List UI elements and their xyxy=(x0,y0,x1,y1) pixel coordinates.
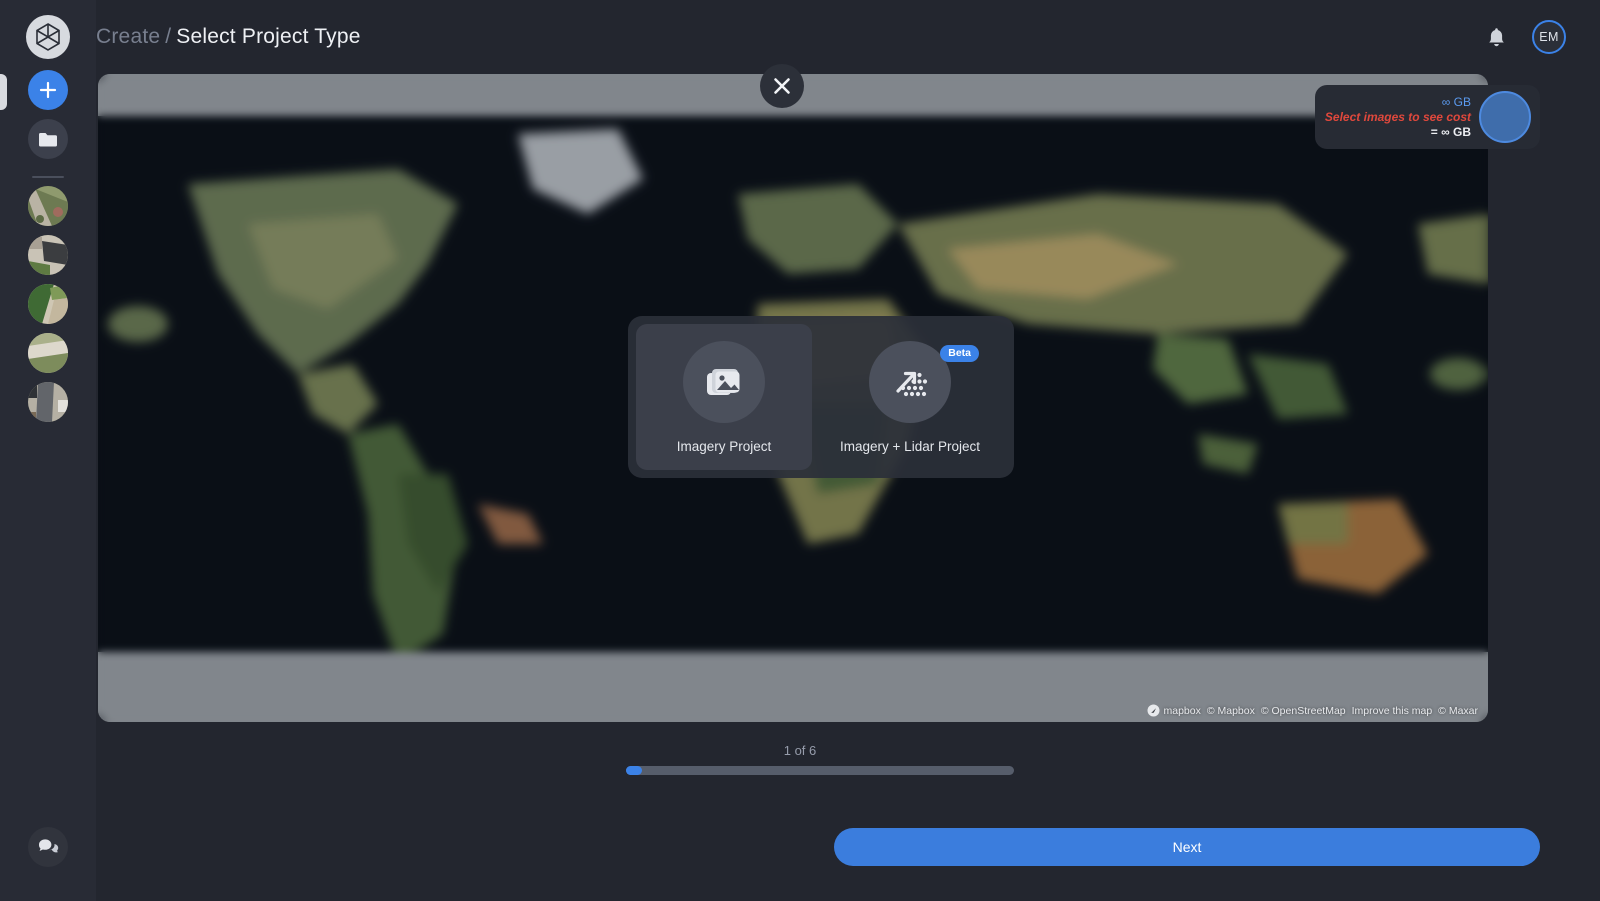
project-type-card-lidar[interactable]: Beta xyxy=(822,324,998,470)
app-root: Create/Select Project Type EM xyxy=(0,0,1600,901)
breadcrumb-separator: / xyxy=(165,25,171,48)
sidebar-item-project-2[interactable] xyxy=(28,235,68,275)
attribution-improve-map[interactable]: Improve this map xyxy=(1352,705,1433,717)
top-header: Create/Select Project Type EM xyxy=(96,0,1600,74)
beta-badge: Beta xyxy=(940,345,979,362)
sidebar-item-project-1[interactable] xyxy=(28,186,68,226)
storage-value: ∞ GB xyxy=(1442,95,1471,109)
close-icon xyxy=(772,76,792,96)
avatar[interactable]: EM xyxy=(1532,20,1566,54)
sidebar-item-project-4[interactable] xyxy=(28,333,68,373)
plus-icon xyxy=(39,81,57,99)
project-type-card-imagery[interactable]: Imagery Project xyxy=(636,324,812,470)
image-stack-icon xyxy=(683,341,765,423)
project-type-label-lidar: Imagery + Lidar Project xyxy=(840,439,980,454)
next-button[interactable]: Next xyxy=(834,828,1540,866)
create-project-button[interactable] xyxy=(28,70,68,110)
sidebar-item-project-3[interactable] xyxy=(28,284,68,324)
notification-bell-icon[interactable] xyxy=(1487,27,1506,48)
project-type-selector: Imagery Project Beta xyxy=(628,316,1014,478)
mapbox-logo-text: mapbox xyxy=(1163,705,1200,717)
page-title: Select Project Type xyxy=(176,25,360,48)
header-actions: EM xyxy=(1487,20,1600,54)
app-logo-icon[interactable] xyxy=(25,14,71,60)
chat-bubbles-icon xyxy=(37,837,59,857)
step-progress-fill xyxy=(626,766,642,775)
storage-cost-panel: ∞ GB Select images to see cost = ∞ GB xyxy=(1315,85,1540,149)
mapbox-logo-icon xyxy=(1147,704,1160,717)
storage-gauge[interactable] xyxy=(1479,91,1531,143)
step-indicator-label: 1 of 6 xyxy=(0,743,1600,758)
sidebar-divider xyxy=(32,176,64,178)
cost-text-group: ∞ GB Select images to see cost = ∞ GB xyxy=(1315,95,1479,139)
storage-total-value: = ∞ GB xyxy=(1431,125,1471,139)
sidebar-drawer-handle[interactable] xyxy=(0,74,7,110)
lidar-point-cloud-icon xyxy=(869,341,951,423)
breadcrumb: Create/Select Project Type xyxy=(96,25,361,49)
sidebar-item-project-5[interactable] xyxy=(28,382,68,422)
attribution-maxar[interactable]: © Maxar xyxy=(1438,705,1478,717)
folder-icon xyxy=(38,131,58,148)
attribution-openstreetmap[interactable]: © OpenStreetMap xyxy=(1261,705,1346,717)
map-attribution: mapbox © Mapbox © OpenStreetMap Improve … xyxy=(1147,704,1478,717)
cost-warning-text: Select images to see cost xyxy=(1325,110,1471,124)
mapbox-logo[interactable]: mapbox xyxy=(1147,704,1200,717)
support-chat-button[interactable] xyxy=(28,827,68,867)
close-button[interactable] xyxy=(760,64,804,108)
step-progress-bar[interactable] xyxy=(626,766,1014,775)
left-sidebar xyxy=(0,0,96,901)
projects-folder-button[interactable] xyxy=(28,119,68,159)
attribution-mapbox[interactable]: © Mapbox xyxy=(1207,705,1255,717)
breadcrumb-parent[interactable]: Create xyxy=(96,25,160,48)
project-type-label-imagery: Imagery Project xyxy=(677,439,772,454)
